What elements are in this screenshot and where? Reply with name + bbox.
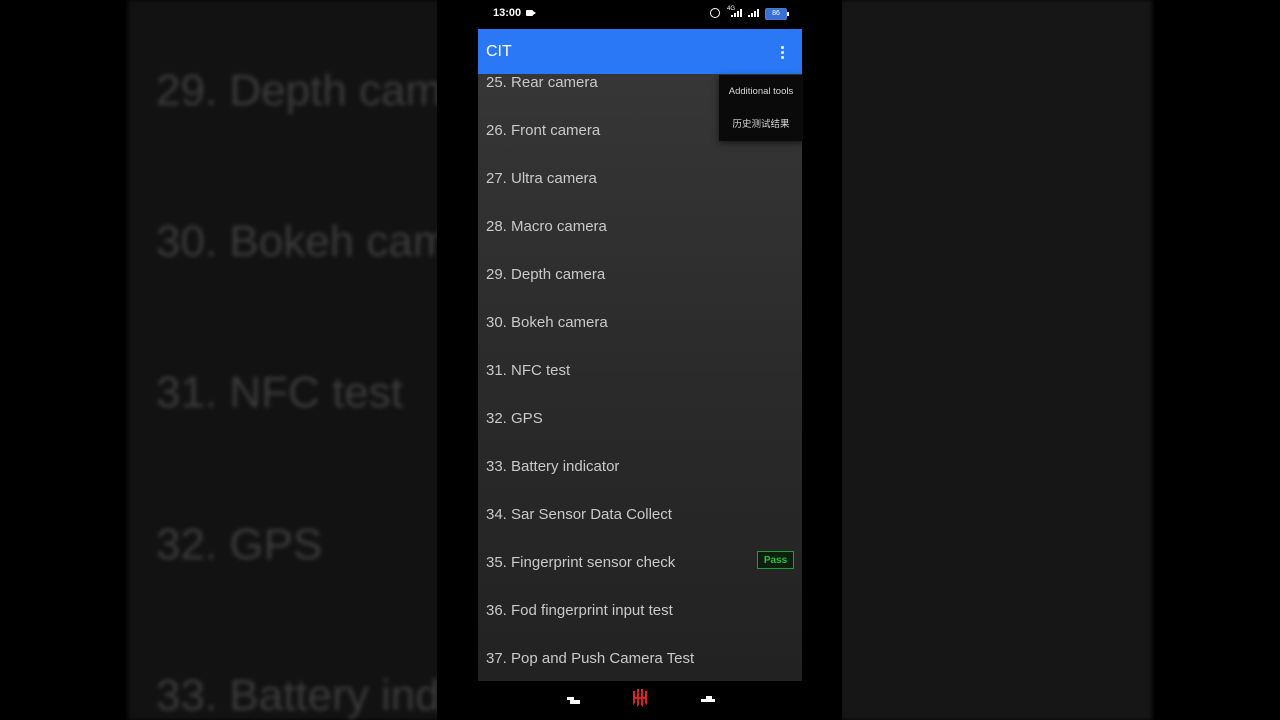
list-item[interactable]: 28. Macro camera [478, 217, 802, 265]
list-item-label: 28. Macro camera [486, 218, 607, 235]
list-item[interactable]: 27. Ultra camera [478, 169, 802, 217]
alarm-icon [710, 8, 720, 18]
battery-icon: 86 [765, 8, 789, 20]
list-item[interactable]: 35. Fingerprint sensor check Pass [478, 551, 802, 601]
list-item[interactable]: 36. Fod fingerprint input test [478, 601, 802, 649]
list-item[interactable]: 31. NFC test [478, 361, 802, 409]
screen: 29. Depth cam 30. Bokeh cam 31. NFC test… [0, 0, 1280, 720]
list-item-label: 29. Depth camera [486, 266, 606, 283]
phone-frame: 13:00 4G 86 CIT 25. Rear camera 26. Fron… [437, 0, 842, 720]
list-item[interactable]: 33. Battery indicator [478, 457, 802, 505]
bg-item: 30. Bokeh cam [156, 217, 450, 266]
list-item-label: 33. Battery indicator [486, 458, 620, 475]
list-item-label: 26. Front camera [486, 122, 601, 139]
list-item-label: 35. Fingerprint sensor check [486, 554, 676, 571]
list-item-label: 27. Ultra camera [486, 170, 597, 187]
signal-icon [731, 9, 743, 17]
status-bar: 13:00 4G 86 [437, 0, 842, 28]
menu-item-additional-tools[interactable]: Additional tools [719, 75, 803, 108]
overflow-menu-popup: Additional tools 历史测试结果 [719, 75, 803, 141]
bg-panel [842, 0, 1152, 720]
list-item-label: 32. GPS [486, 410, 543, 427]
list-item-label: 36. Fod fingerprint input test [486, 602, 673, 619]
bg-item: 32. GPS [156, 520, 323, 569]
list-item[interactable]: 32. GPS [478, 409, 802, 457]
signal-icon [748, 9, 760, 17]
app-title: CIT [486, 43, 512, 60]
bg-item: 33. Battery ind [156, 671, 440, 720]
navigation-bar [437, 681, 842, 720]
list-item[interactable]: 37. Pop and Push Camera Test [478, 649, 802, 681]
video-camera-icon [526, 10, 536, 16]
bg-item: 29. Depth cam [156, 66, 443, 115]
status-time: 13:00 [493, 7, 522, 19]
list-item-label: 34. Sar Sensor Data Collect [486, 506, 672, 523]
back-icon[interactable] [701, 696, 715, 702]
list-item[interactable]: 29. Depth camera [478, 265, 802, 313]
overflow-menu-button[interactable] [768, 39, 796, 65]
recent-apps-icon[interactable] [567, 697, 580, 704]
bg-item: 31. NFC test [156, 368, 403, 417]
list-item-label: 30. Bokeh camera [486, 314, 608, 331]
overflow-menu-icon [780, 50, 784, 54]
list-item-label: 25. Rear camera [486, 74, 598, 91]
menu-item-history-results[interactable]: 历史测试结果 [719, 108, 803, 141]
list-item[interactable]: 34. Sar Sensor Data Collect [478, 505, 802, 553]
home-logo-icon[interactable] [631, 688, 649, 708]
list-item[interactable]: 30. Bokeh camera [478, 313, 802, 361]
list-item-label: 31. NFC test [486, 362, 571, 379]
status-badge: Pass [757, 551, 794, 569]
list-item-label: 37. Pop and Push Camera Test [486, 650, 695, 667]
app-bar: CIT [478, 29, 802, 74]
